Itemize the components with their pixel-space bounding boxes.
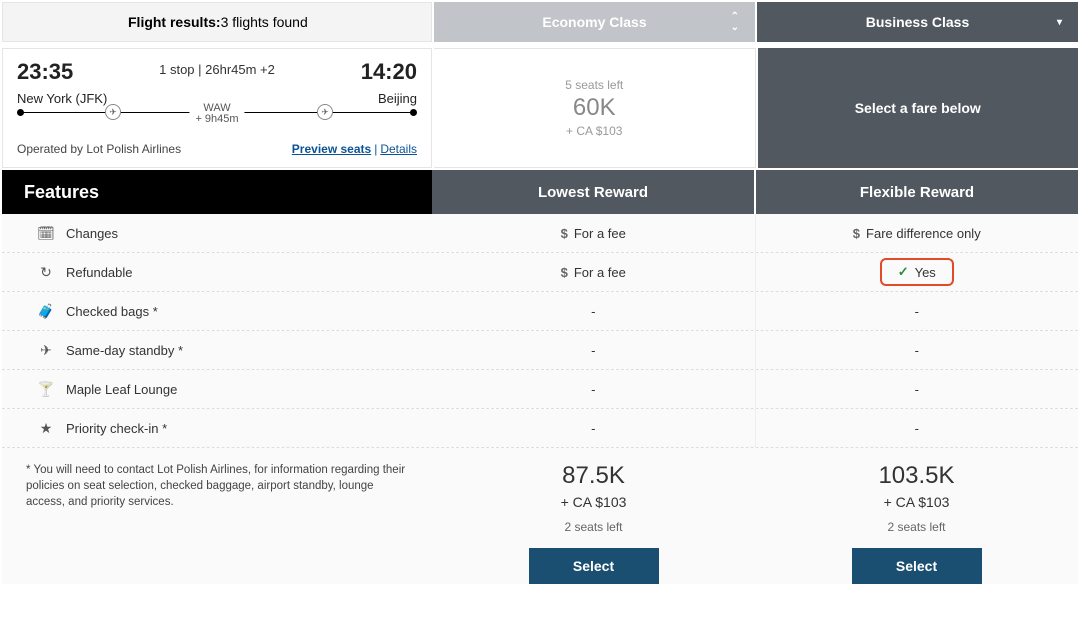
flight-duration: 1 stop | 26hr45m +2 [159, 59, 275, 77]
flight-card: 23:35 1 stop | 26hr45m +2 14:20 New York… [2, 48, 432, 168]
standby-icon: ✈ [38, 342, 54, 358]
lowest-cash: + CA $103 [561, 494, 627, 510]
standby-lowest: - [432, 331, 755, 369]
priority-flex: - [755, 409, 1079, 447]
refundable-flex: ✓Yes [755, 253, 1079, 291]
chevron-down-icon [1057, 17, 1062, 28]
departure-time: 23:35 [17, 59, 73, 85]
plane-icon: ✈ [317, 104, 333, 120]
details-link[interactable]: Details [380, 142, 417, 156]
lowest-seats: 2 seats left [564, 520, 622, 534]
lounge-lowest: - [432, 370, 755, 408]
feature-lounge: Maple Leaf Lounge [66, 382, 177, 397]
results-header: Flight results:3 flights found [2, 2, 432, 42]
calendar-icon: 🗓 [38, 225, 54, 241]
feature-refundable: Refundable [66, 265, 133, 280]
arrival-time: 14:20 [361, 59, 417, 85]
check-icon: ✓ [898, 264, 909, 280]
flex-points: 103.5K [878, 462, 954, 490]
lounge-flex: - [755, 370, 1079, 408]
bags-lowest: - [432, 292, 755, 330]
business-price-box[interactable]: Select a fare below [758, 48, 1079, 168]
priority-lowest: - [432, 409, 755, 447]
feature-changes: Changes [66, 226, 118, 241]
flex-fare-column: 103.5K + CA $103 2 seats left Select [755, 448, 1078, 584]
refundable-lowest: For a fee [432, 253, 755, 291]
changes-flex: Fare difference only [755, 214, 1079, 252]
feature-bags: Checked bags * [66, 304, 158, 319]
economy-price-box[interactable]: 5 seats left 60K + CA $103 [434, 48, 756, 168]
route-diagram: ✈ ✈ WAW+ 9h45m [17, 108, 417, 128]
bags-flex: - [755, 292, 1079, 330]
preview-seats-link[interactable]: Preview seats [292, 142, 371, 156]
standby-flex: - [755, 331, 1079, 369]
priority-icon: ★ [38, 420, 54, 436]
operated-by: Operated by Lot Polish Airlines [17, 142, 181, 156]
feature-priority: Priority check-in * [66, 421, 167, 436]
lowest-points: 87.5K [562, 462, 625, 490]
tab-business[interactable]: Business Class [757, 2, 1078, 42]
flexible-reward-header: Flexible Reward [756, 170, 1078, 214]
select-flex-button[interactable]: Select [852, 548, 982, 584]
tab-economy[interactable]: Economy Class [434, 2, 755, 42]
disclaimer-text: * You will need to contact Lot Polish Ai… [2, 448, 432, 584]
flex-cash: + CA $103 [884, 494, 950, 510]
lounge-icon: 🍸 [38, 381, 54, 397]
changes-lowest: For a fee [432, 214, 755, 252]
lowest-fare-column: 87.5K + CA $103 2 seats left Select [432, 448, 755, 584]
feature-standby: Same-day standby * [66, 343, 183, 358]
plane-icon: ✈ [105, 104, 121, 120]
refund-icon: ↻ [38, 264, 54, 280]
destination: Beijing [378, 91, 417, 106]
bag-icon: 🧳 [38, 303, 54, 319]
lowest-reward-header: Lowest Reward [432, 170, 754, 214]
sort-icon [731, 11, 739, 33]
flex-seats: 2 seats left [887, 520, 945, 534]
select-lowest-button[interactable]: Select [529, 548, 659, 584]
features-header: Features [2, 170, 432, 214]
origin: New York (JFK) [17, 91, 107, 106]
